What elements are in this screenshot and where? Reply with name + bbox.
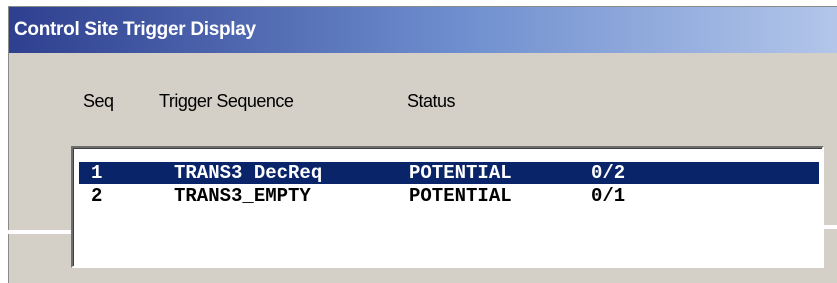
title-bar[interactable]: Control Site Trigger Display (9, 7, 837, 53)
row-seq: 1 (91, 162, 103, 184)
row-trigger-sequence: TRANS3 DecReq (174, 162, 323, 184)
column-header-trigger-sequence: Trigger Sequence (159, 91, 294, 111)
divider-line-right (805, 225, 837, 229)
control-site-trigger-window: Control Site Trigger Display Seq Trigger… (8, 6, 837, 283)
column-header-seq: Seq (83, 91, 114, 111)
column-header-status: Status (407, 91, 456, 111)
row-status: POTENTIAL (409, 185, 512, 207)
list-item-selected[interactable]: 1 TRANS3 DecReq POTENTIAL 0/2 (79, 162, 819, 184)
row-status: POTENTIAL (409, 162, 512, 184)
trigger-list[interactable]: 1 TRANS3 DecReq POTENTIAL 0/2 2 TRANS3_E… (71, 146, 824, 268)
row-seq: 2 (91, 185, 103, 207)
list-item[interactable]: 2 TRANS3_EMPTY POTENTIAL 0/1 (79, 185, 819, 207)
row-trigger-sequence: TRANS3_EMPTY (174, 185, 311, 207)
row-count: 0/1 (591, 185, 626, 207)
window-title: Control Site Trigger Display (14, 19, 256, 40)
row-count: 0/2 (591, 162, 626, 184)
divider-line-left (0, 230, 71, 234)
